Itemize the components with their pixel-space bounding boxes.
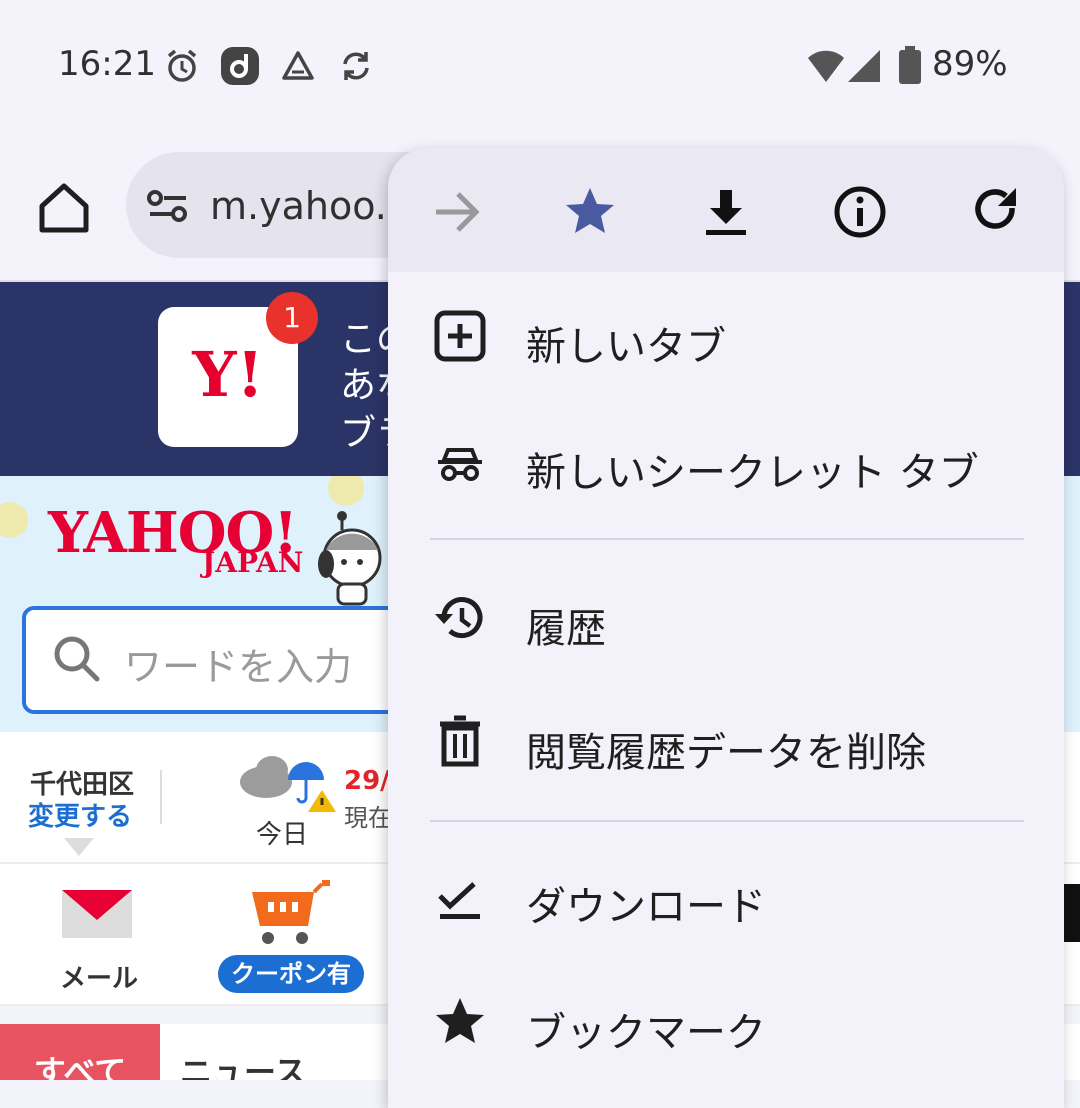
- new-tab-icon: [434, 310, 486, 362]
- menu-item-clear-browsing-data[interactable]: 閲覧履歴データを削除: [388, 680, 1064, 806]
- menu-item-label: ダウンロード: [526, 884, 766, 930]
- divider: [160, 770, 162, 824]
- bookmarks-icon: [436, 998, 484, 1043]
- menu-item-label: 閲覧履歴データを削除: [526, 730, 926, 776]
- battery-icon: [899, 46, 921, 84]
- forward-icon[interactable]: [426, 182, 486, 242]
- download-icon[interactable]: [696, 182, 756, 242]
- incognito-icon: [438, 448, 482, 481]
- history-icon: [435, 597, 483, 639]
- search-icon: [54, 636, 100, 682]
- url-text[interactable]: m.yahoo.c: [210, 184, 408, 228]
- menu-separator: [430, 538, 1024, 540]
- mail-label[interactable]: メール: [60, 958, 138, 995]
- shopping-cart-icon[interactable]: [250, 878, 332, 948]
- menu-item-incognito-tab[interactable]: 新しいシークレット タブ: [388, 400, 1064, 526]
- sync-icon: [343, 52, 369, 80]
- change-location-link[interactable]: 変更する: [28, 796, 132, 833]
- chevron-down-icon[interactable]: [64, 838, 94, 856]
- trash-icon: [440, 715, 480, 767]
- yahoo-japan-logo-sub: JAPAN: [202, 546, 304, 579]
- d-app-icon: [221, 47, 259, 85]
- info-icon[interactable]: [830, 182, 890, 242]
- reload-icon[interactable]: [966, 182, 1026, 242]
- menu-item-downloads[interactable]: ダウンロード: [388, 834, 1064, 960]
- mascot-icon: [318, 511, 382, 606]
- coupon-badge[interactable]: クーポン有: [218, 955, 364, 993]
- menu-item-history[interactable]: 履歴: [388, 556, 1064, 682]
- menu-separator: [430, 820, 1024, 822]
- yahoo-app-logo: Y!: [192, 338, 264, 411]
- wifi-icon: [808, 50, 844, 82]
- status-time: 16:21: [58, 44, 156, 84]
- notification-badge: 1: [266, 292, 318, 344]
- cell-signal-icon: [848, 50, 880, 82]
- site-settings-icon[interactable]: [146, 186, 190, 226]
- cloudy-rain-weather-icon: [240, 756, 336, 812]
- menu-item-label: 履歴: [526, 606, 606, 652]
- menu-item-label: 新しいシークレット タブ: [526, 450, 979, 496]
- tab-news[interactable]: ニュース: [180, 1024, 306, 1080]
- shortcut-icon-partial[interactable]: [1064, 884, 1080, 942]
- tab-all[interactable]: すべて: [0, 1024, 160, 1080]
- alarm-icon: [167, 49, 197, 82]
- drive-icon: [282, 51, 314, 80]
- downloads-icon: [438, 882, 480, 919]
- menu-item-bookmarks[interactable]: ブックマーク: [388, 960, 1064, 1086]
- mail-icon[interactable]: [62, 886, 132, 940]
- home-icon[interactable]: [36, 180, 92, 236]
- menu-item-label: 新しいタブ: [526, 324, 726, 370]
- menu-item-new-tab[interactable]: 新しいタブ: [388, 274, 1064, 400]
- battery-percent: 89%: [932, 44, 1008, 84]
- bookmark-star-icon[interactable]: [560, 182, 620, 242]
- weather-temp: 29/: [344, 766, 390, 796]
- search-placeholder[interactable]: ワードを入力: [124, 636, 352, 691]
- flower-decoration-icon: [0, 502, 28, 538]
- menu-item-label: ブックマーク: [526, 1010, 766, 1056]
- weather-today-label: 今日: [256, 820, 309, 850]
- weather-now: 現在: [344, 804, 392, 832]
